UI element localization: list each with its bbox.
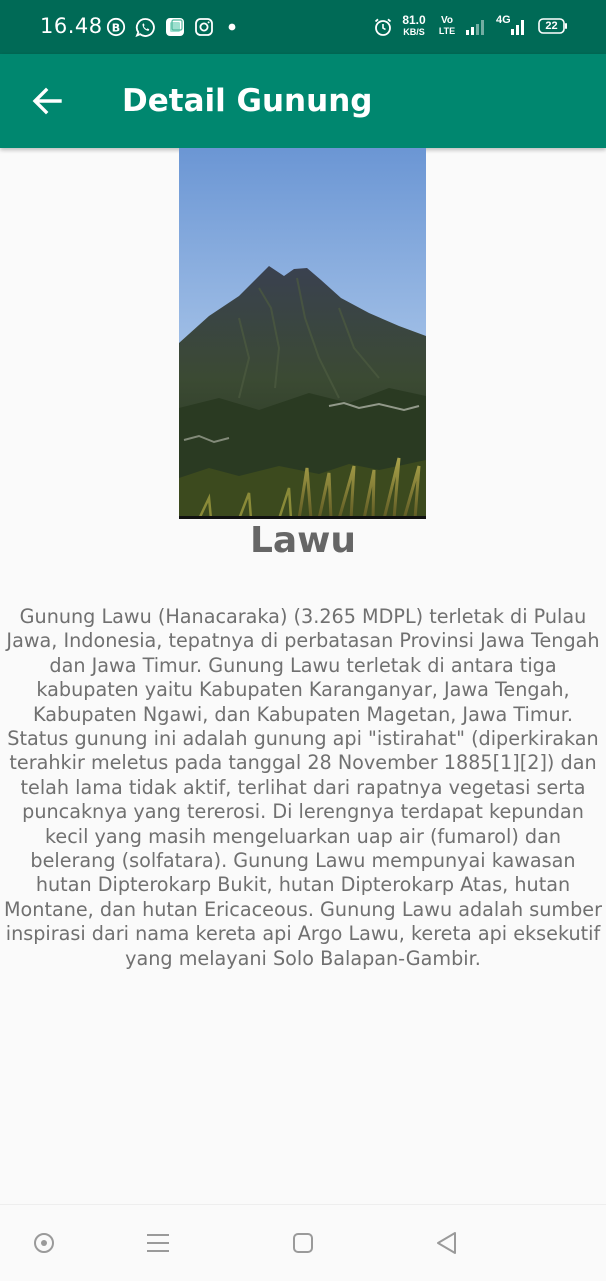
signal-icon — [465, 17, 487, 37]
network-speed: 81.0 KB/S — [400, 14, 428, 38]
network-speed-unit: KB/S — [403, 27, 425, 37]
alarm-icon — [373, 17, 393, 37]
back-triangle-icon[interactable] — [433, 1229, 461, 1257]
mountain-name: Lawu — [249, 520, 357, 561]
app-icon — [165, 17, 185, 37]
network-speed-value: 81.0 — [402, 13, 426, 27]
svg-text:B: B — [112, 21, 120, 34]
app-bar: Detail Gunung — [0, 54, 606, 148]
volte-bottom: LTE — [438, 26, 456, 36]
volte-top: Vo — [440, 15, 454, 26]
status-time: 16.48 — [40, 14, 103, 38]
b-icon: B — [106, 17, 126, 37]
signal-4g-icon: 4G — [494, 14, 530, 38]
battery-icon: 22 — [538, 17, 568, 37]
assistant-icon[interactable] — [30, 1229, 58, 1257]
mountain-description: Gunung Lawu (Hanacaraka) (3.265 MDPL) te… — [3, 605, 603, 970]
mountain-photo — [179, 148, 426, 519]
home-square-icon[interactable] — [289, 1229, 317, 1257]
dot-icon — [227, 17, 237, 37]
battery-level: 22 — [545, 20, 558, 32]
navigation-bar — [0, 1204, 606, 1281]
status-bar: 16.48 B 81.0 KB/S Vo LTE 4G 22 — [0, 0, 606, 54]
page-title: Detail Gunung — [122, 83, 373, 119]
recents-menu-icon[interactable] — [144, 1229, 172, 1257]
volte-indicator: Vo LTE — [435, 15, 459, 37]
whatsapp-icon — [135, 17, 156, 37]
instagram-icon — [194, 17, 214, 37]
arrow-back-icon[interactable] — [30, 84, 64, 118]
